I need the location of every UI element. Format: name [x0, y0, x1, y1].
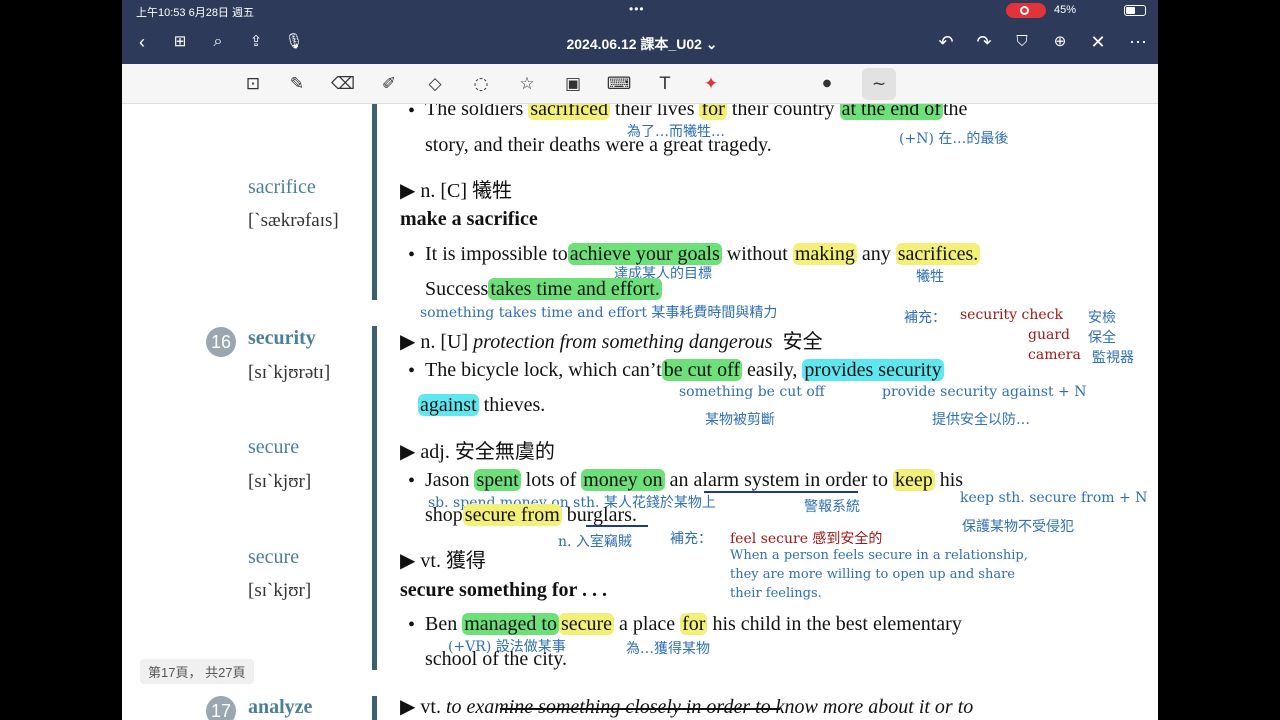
- example-sentence: Success takes time and effort.: [425, 278, 662, 300]
- bullet: •: [408, 360, 416, 382]
- battery-icon: [1124, 5, 1146, 16]
- part-of-speech: ▶ vt. to examine something closely in or…: [400, 696, 974, 718]
- stroke-style-icon[interactable]: ~: [866, 72, 892, 96]
- screen-record-indicator[interactable]: [1006, 3, 1046, 18]
- text-tool-icon[interactable]: T: [652, 72, 678, 96]
- part-of-speech: ▶ vt. 獲得: [400, 550, 486, 572]
- more-icon[interactable]: ⋯: [1126, 32, 1150, 52]
- handwritten-note: 警報系統: [804, 499, 860, 515]
- example-sentence: Ben managed to secure a place for his chi…: [425, 613, 962, 635]
- handwritten-note: feel secure 感到安全的: [730, 531, 883, 547]
- section-bar: [372, 326, 377, 670]
- section-bar: [372, 104, 377, 300]
- bullet: •: [408, 614, 416, 636]
- handwritten-note: something be cut off: [679, 384, 825, 400]
- vocab-word: analyze: [248, 696, 313, 718]
- vocab-word: secure: [248, 546, 300, 568]
- example-sentence-cont: school of the city.: [425, 648, 568, 670]
- add-page-icon[interactable]: ⊕: [1048, 32, 1072, 52]
- part-of-speech: ▶ n. [C] 犧牲: [400, 180, 513, 202]
- handwritten-note: provide security against + N: [882, 384, 1087, 400]
- example-sentence: Jason spent lots of money on an alarm sy…: [425, 469, 964, 491]
- bullet: •: [408, 470, 416, 492]
- example-sentence: The soldiers sacrificed their lives for …: [425, 104, 967, 121]
- status-bar: 上午10:53 6月28日 週五 ••• 45%: [122, 0, 1158, 22]
- handwritten-note: When a person feels secure in a relation…: [730, 548, 1028, 563]
- part-of-speech: ▶ n. [U] protection from something dange…: [400, 331, 823, 353]
- pen-underline: [586, 525, 648, 527]
- highlighter-tool-icon[interactable]: ✐: [376, 72, 402, 96]
- image-tool-icon[interactable]: ▣: [560, 72, 586, 96]
- handwritten-note: camera: [1028, 347, 1081, 363]
- tool-bar: ⊡ ✎ ⌫ ✐ ◇ ◌ ☆ ▣ ⌨ T ✦ ● ~: [122, 64, 1158, 104]
- handwritten-note: 監視器: [1092, 350, 1134, 366]
- battery-percent: 45%: [1054, 4, 1077, 16]
- handwritten-note: 保護某物不受侵犯: [962, 519, 1074, 535]
- bullet: •: [408, 104, 416, 122]
- zoom-tool-icon[interactable]: ⊡: [240, 72, 266, 96]
- back-icon[interactable]: ‹: [130, 32, 154, 52]
- pen-underline: [704, 491, 858, 493]
- notebook-page[interactable]: • The soldiers sacrificed their lives fo…: [122, 104, 1158, 720]
- shape-tool-icon[interactable]: ◇: [422, 72, 448, 96]
- pen-tool-icon[interactable]: ✎: [284, 72, 310, 96]
- pen-size-dot-icon[interactable]: ●: [814, 72, 840, 96]
- document-title[interactable]: 2024.06.12 課本_U02 ⌄: [532, 34, 752, 54]
- keyboard-tool-icon[interactable]: ⌨: [606, 72, 632, 96]
- section-bar: [372, 696, 377, 720]
- handwritten-note: security check: [960, 307, 1063, 323]
- vocab-word: security: [248, 327, 316, 349]
- handwritten-note: 犧牲: [916, 269, 944, 285]
- entry-number: 16: [206, 327, 236, 357]
- handwritten-note: n. 入室竊賊: [558, 534, 632, 550]
- handwritten-note: 保全: [1088, 330, 1116, 346]
- vocab-word: sacrifice: [248, 176, 316, 198]
- eraser-tool-icon[interactable]: ⌫: [330, 72, 356, 96]
- entry-number: 17: [206, 696, 236, 720]
- redo-icon[interactable]: ↷: [972, 32, 996, 52]
- handwritten-note: 補充：: [670, 531, 712, 547]
- pronunciation: [`sækrəfaɪs]: [248, 210, 339, 231]
- handwritten-note: 提供安全以防…: [932, 412, 1030, 428]
- handwritten-note: keep sth. secure from + N: [960, 490, 1148, 506]
- handwritten-note: something takes time and effort 某事耗費時間與精…: [420, 305, 778, 321]
- handwritten-note: their feelings.: [730, 586, 822, 601]
- close-icon[interactable]: ✕: [1086, 32, 1110, 52]
- status-time: 上午10:53 6月28日 週五: [136, 7, 254, 19]
- pronunciation: [sɪ`kjʊr]: [248, 471, 312, 492]
- part-of-speech: ▶ adj. 安全無虞的: [400, 441, 555, 463]
- grid-view-icon[interactable]: ⊞: [168, 32, 192, 52]
- share-icon[interactable]: ⇪: [244, 32, 268, 52]
- page-indicator: 第17頁， 共27頁: [140, 659, 254, 684]
- pen-strike: [500, 708, 780, 710]
- handwritten-note: 某物被剪斷: [705, 412, 775, 428]
- vocab-word: secure: [248, 436, 300, 458]
- handwritten-note: guard: [1028, 327, 1070, 343]
- handwritten-note: 為…獲得某物: [626, 641, 710, 657]
- laser-pointer-icon[interactable]: ✦: [698, 72, 724, 96]
- handwritten-note: 安檢: [1088, 310, 1116, 326]
- undo-icon[interactable]: ↶: [934, 32, 958, 52]
- microphone-icon[interactable]: 🎙: [282, 32, 306, 52]
- note-app: 上午10:53 6月28日 週五 ••• 45% ‹ ⊞ ⌕ ⇪ 🎙 2024.…: [122, 0, 1158, 720]
- bullet: •: [408, 244, 416, 266]
- example-sentence-cont: shop secure from burglars.: [425, 504, 637, 526]
- pronunciation: [sɪ`kjʊr]: [248, 580, 312, 601]
- handwritten-note: (+N) 在…的最後: [899, 131, 1009, 147]
- example-sentence-cont: against thieves.: [418, 394, 546, 416]
- handwritten-note: 補充：: [904, 310, 946, 326]
- multitask-dots[interactable]: •••: [629, 2, 645, 16]
- handwritten-note: 為了…而犧牲…: [627, 124, 725, 140]
- pronunciation: [sɪ`kjʊrətɪ]: [248, 362, 331, 383]
- sticker-tool-icon[interactable]: ☆: [514, 72, 540, 96]
- bookmark-icon[interactable]: ⛉: [1010, 32, 1034, 52]
- lasso-tool-icon[interactable]: ◌: [468, 72, 494, 96]
- handwritten-note: they are more willing to open up and sha…: [730, 567, 1015, 582]
- nav-bar: ‹ ⊞ ⌕ ⇪ 🎙 2024.06.12 課本_U02 ⌄ ↶ ↷ ⛉ ⊕ ✕ …: [122, 22, 1158, 64]
- example-sentence: The bicycle lock, which can’t be cut off …: [425, 359, 944, 381]
- search-icon[interactable]: ⌕: [206, 32, 230, 52]
- phrase: secure something for . . .: [400, 579, 608, 601]
- phrase: make a sacrifice: [400, 208, 538, 230]
